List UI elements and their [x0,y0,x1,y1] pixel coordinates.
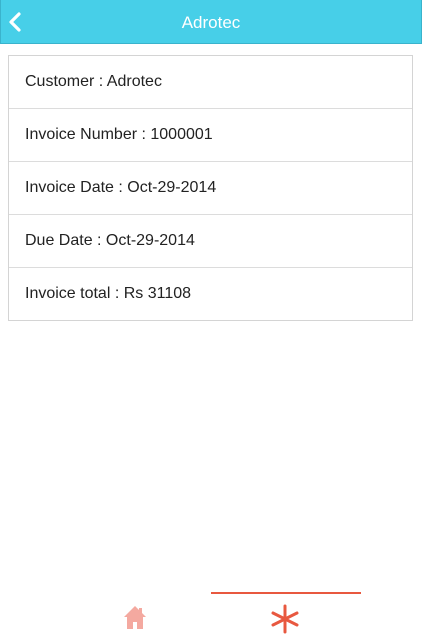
active-tab-indicator [211,592,361,594]
invoice-date-row: Invoice Date : Oct-29-2014 [9,161,412,214]
invoice-total-row: Invoice total : Rs 31108 [9,267,412,320]
header-bar: Adrotec [0,0,422,44]
tab-active[interactable] [211,592,361,640]
page-title: Adrotec [181,13,241,32]
invoice-details-list: Customer : Adrotec Invoice Number : 1000… [8,55,413,321]
bottom-tab-bar [0,592,424,640]
invoice-number-row: Invoice Number : 1000001 [9,108,412,161]
customer-row: Customer : Adrotec [25,73,162,90]
due-date-row: Due Date : Oct-29-2014 [9,214,412,267]
app-screen: Adrotec Customer : Adrotec Invoice Numbe… [0,0,424,640]
asterisk-icon [271,604,299,634]
home-icon [124,606,146,629]
tab-home[interactable] [60,592,210,640]
